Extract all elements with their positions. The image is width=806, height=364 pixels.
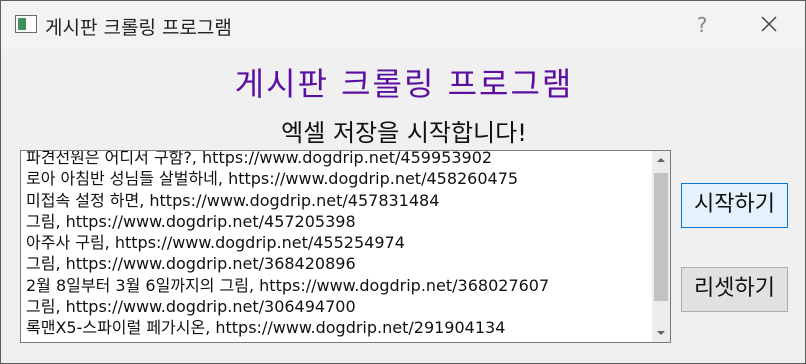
status-text: 엑셀 저장을 시작합니다! bbox=[281, 119, 527, 147]
results-list[interactable]: 파견선원은 어디서 구함?, https://www.dogdrip.net/4… bbox=[20, 150, 671, 343]
start-button[interactable]: 시작하기 bbox=[681, 183, 788, 228]
list-item[interactable]: 2월 8일부터 3월 6일까지의 그림, https://www.dogdrip… bbox=[26, 275, 646, 296]
scroll-up-arrow-icon[interactable] bbox=[652, 151, 670, 169]
list-item[interactable]: 록맨X5-스파이럴 페가시온, https://www.dogdrip.net/… bbox=[26, 317, 646, 338]
reset-button[interactable]: 리셋하기 bbox=[681, 267, 788, 312]
page-title: 게시판 크롤링 프로그램 bbox=[234, 65, 574, 103]
list-item[interactable]: 그림, https://www.dogdrip.net/457205398 bbox=[26, 211, 646, 232]
list-item[interactable]: 미접속 설정 하면, https://www.dogdrip.net/45783… bbox=[26, 190, 646, 211]
help-button[interactable]: ? bbox=[691, 13, 713, 37]
list-item[interactable]: 그림, https://www.dogdrip.net/306494700 bbox=[26, 296, 646, 317]
list-item[interactable]: 아주사 구림, https://www.dogdrip.net/45525497… bbox=[26, 232, 646, 253]
vertical-scrollbar[interactable] bbox=[652, 151, 670, 342]
scrollbar-thumb[interactable] bbox=[654, 173, 668, 301]
window-title: 게시판 크롤링 프로그램 bbox=[45, 17, 232, 39]
results-list-content: 파견선원은 어디서 구함?, https://www.dogdrip.net/4… bbox=[26, 151, 646, 339]
list-item[interactable]: 파견선원은 어디서 구함?, https://www.dogdrip.net/4… bbox=[26, 151, 646, 168]
title-bar: 게시판 크롤링 프로그램 ? bbox=[1, 1, 805, 49]
list-item[interactable]: 그림, https://www.dogdrip.net/368420896 bbox=[26, 253, 646, 274]
list-item[interactable]: 로아 아침반 성님들 살벌하네, https://www.dogdrip.net… bbox=[26, 168, 646, 189]
app-window: 게시판 크롤링 프로그램 ? 게시판 크롤링 프로그램 엑셀 저장을 시작합니다… bbox=[0, 0, 806, 364]
app-icon bbox=[15, 15, 37, 33]
scroll-down-arrow-icon[interactable] bbox=[652, 324, 670, 342]
close-icon[interactable] bbox=[757, 11, 781, 37]
